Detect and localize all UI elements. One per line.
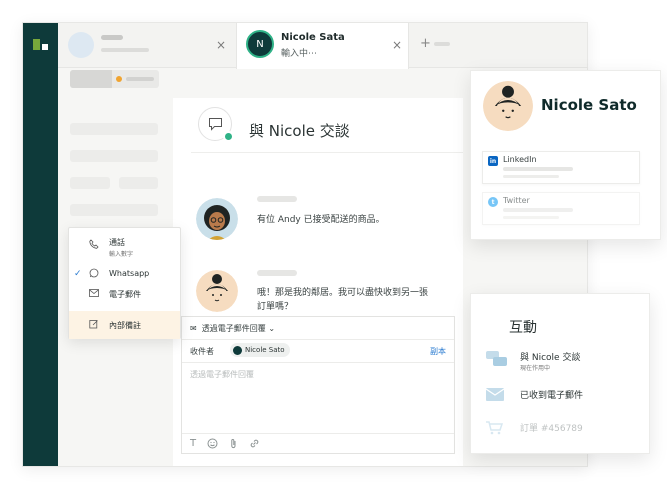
channel-label: 透過電子郵件回覆: [201, 324, 266, 333]
chevron-down-icon: ⌄: [268, 324, 276, 333]
note-icon: [89, 320, 98, 329]
list-placeholder: [70, 150, 158, 162]
side-rail: [23, 23, 58, 466]
menu-item-call[interactable]: 通話 輸入數字: [69, 235, 180, 265]
social-placeholder: [503, 208, 573, 212]
attachment-icon[interactable]: [229, 438, 238, 449]
add-tab-label-placeholder: [434, 42, 450, 46]
tab-title-placeholder: [101, 35, 123, 40]
linkedin-card[interactable]: in LinkedIn: [482, 151, 640, 184]
twitter-icon: t: [488, 197, 498, 207]
stage: × N Nicole Sata 輸入中⋯ × + 與 Nicole 交談 有位 …: [0, 0, 667, 492]
customer-avatar: [483, 81, 533, 131]
check-icon: ✓: [74, 269, 82, 279]
conversation-icon: [198, 107, 234, 142]
menu-item-label: 內部備註: [109, 321, 141, 330]
recipient-label: 收件者: [190, 347, 214, 356]
emoji-icon[interactable]: [207, 438, 218, 449]
typing-status: 輸入中⋯: [281, 49, 318, 59]
sender-name-placeholder: [257, 196, 297, 202]
list-placeholder: [70, 177, 110, 189]
social-label: LinkedIn: [503, 155, 537, 164]
linkedin-icon: in: [488, 156, 498, 166]
tab-title: Nicole Sata: [281, 32, 345, 43]
channel-selector[interactable]: ✉ 透過電子郵件回覆 ⌄: [190, 323, 275, 334]
tab-bar: × N Nicole Sata 輸入中⋯ × +: [58, 23, 587, 69]
list-placeholder: [119, 177, 158, 189]
envelope-icon: ✉: [190, 324, 197, 333]
conversation-panel: 與 Nicole 交談 有位 Andy 已接受配送的商品。 哦！那是我的鄰居。我…: [173, 98, 463, 466]
email-icon: [89, 289, 99, 297]
social-placeholder: [503, 216, 559, 219]
mail-icon: [486, 388, 505, 401]
interactions-title: 互動: [509, 320, 537, 336]
avatar: [233, 345, 242, 355]
menu-item-label: 通話: [109, 238, 125, 247]
avatar: [68, 32, 94, 58]
menu-item-label: Whatsapp: [109, 269, 150, 278]
whatsapp-icon: [89, 268, 99, 278]
interactions-card: 互動 與 Nicole 交談 現在作用中 已收到電子郵件 訂單 #456789: [470, 293, 650, 454]
composer-toolbar: T: [190, 438, 260, 449]
cart-icon: [486, 421, 504, 435]
tab-nicole[interactable]: N Nicole Sata 輸入中⋯ ×: [236, 23, 409, 69]
list-placeholder: [70, 123, 158, 135]
tab-conversation-1[interactable]: ×: [58, 23, 236, 68]
cc-button[interactable]: 副本: [430, 346, 446, 357]
online-indicator: [223, 131, 234, 142]
twitter-card[interactable]: t Twitter: [482, 192, 640, 225]
interaction-title: 已收到電子郵件: [520, 391, 584, 401]
channel-menu: 通話 輸入數字 ✓ Whatsapp 電子郵件 內部備註: [68, 227, 181, 339]
menu-item-whatsapp[interactable]: ✓ Whatsapp: [69, 266, 180, 284]
interaction-subtitle: 現在作用中: [520, 365, 551, 372]
message-2-line1: 哦！那是我的鄰居。我可以盡快收到另一張: [257, 288, 429, 298]
divider: [182, 362, 454, 363]
recipient-name: Nicole Sato: [245, 346, 285, 354]
sender-name-placeholder: [257, 270, 297, 276]
close-icon[interactable]: ×: [392, 39, 402, 51]
tab-subtitle-placeholder: [101, 48, 149, 52]
chat-bubble-icon: [209, 118, 222, 131]
phone-icon: [89, 239, 99, 249]
customer-name: Nicole Sato: [541, 96, 637, 114]
menu-item-internal-note[interactable]: 內部備註: [69, 311, 180, 339]
status-label-placeholder: [126, 77, 154, 81]
link-icon[interactable]: [249, 438, 260, 449]
chat-icon: [486, 351, 507, 366]
brand-logo-icon: [33, 39, 48, 50]
interaction-title: 與 Nicole 交談: [520, 353, 581, 363]
menu-item-label: 電子郵件: [109, 290, 141, 299]
customer-avatar: [196, 270, 238, 312]
social-label: Twitter: [503, 196, 530, 205]
add-tab-button[interactable]: +: [420, 36, 431, 51]
reply-input[interactable]: 透過電子郵件回覆: [190, 369, 254, 380]
close-icon[interactable]: ×: [216, 39, 226, 51]
divider: [182, 339, 454, 340]
status-segment: [70, 70, 112, 88]
status-dot: [116, 76, 122, 82]
menu-item-sublabel: 輸入數字: [109, 251, 134, 258]
recipient-chip[interactable]: Nicole Sato: [230, 343, 290, 357]
menu-item-email[interactable]: 電子郵件: [69, 286, 180, 304]
avatar: N: [246, 30, 274, 58]
customer-profile-card: Nicole Sato in LinkedIn t Twitter: [470, 70, 661, 240]
message-1: 有位 Andy 已接受配送的商品。: [257, 215, 385, 225]
text-format-icon[interactable]: T: [190, 438, 196, 449]
status-button[interactable]: [70, 70, 159, 88]
message-2-line2: 訂單嗎？: [257, 302, 294, 312]
page-title: 與 Nicole 交談: [249, 122, 350, 140]
reply-composer: ✉ 透過電子郵件回覆 ⌄ 收件者 Nicole Sato 副本 透過電子郵件回覆…: [181, 316, 455, 454]
interaction-title: 訂單 #456789: [520, 424, 583, 434]
list-placeholder: [70, 204, 158, 216]
social-placeholder: [503, 175, 559, 178]
divider: [191, 152, 463, 153]
social-placeholder: [503, 167, 573, 171]
agent-avatar: [196, 198, 238, 240]
divider: [182, 433, 454, 434]
